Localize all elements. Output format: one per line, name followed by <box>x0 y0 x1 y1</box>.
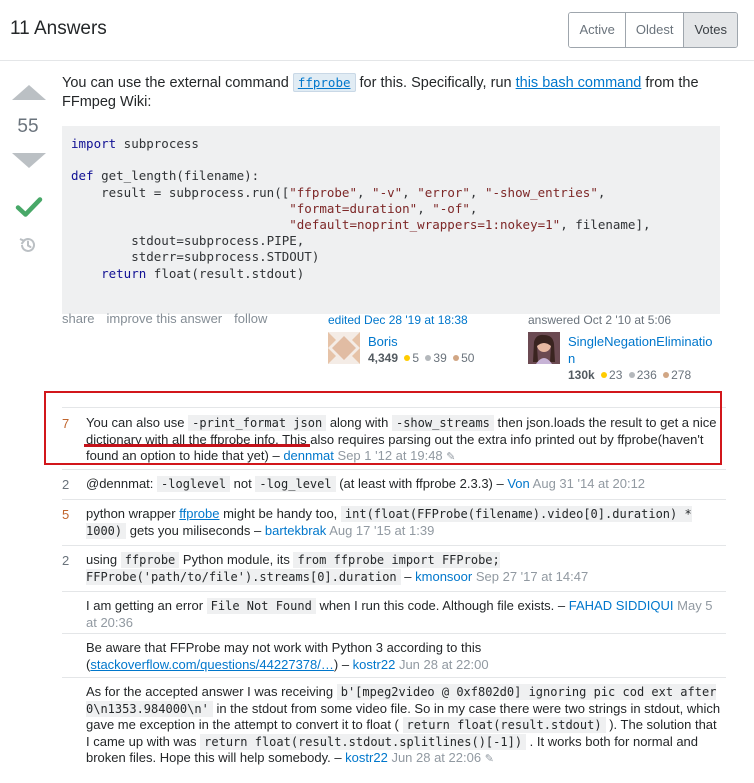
comment-item: 2 using ffprobe Python module, its from … <box>62 545 726 590</box>
comment-item: 2 @dennmat: -loglevel not -log_level (at… <box>62 469 726 498</box>
comment-user-link[interactable]: kostr22 <box>353 657 396 672</box>
ffprobe-wrapper-link[interactable]: ffprobe <box>179 506 219 521</box>
editor-reputation: 4,349 5 39 50 <box>368 351 475 365</box>
tab-active[interactable]: Active <box>569 13 626 47</box>
comment-item: Be aware that FFProbe may not work with … <box>62 633 726 678</box>
comment-user-link[interactable]: kmonsoor <box>415 569 472 584</box>
share-link[interactable]: share <box>62 311 95 326</box>
comment-body: @dennmat: -loglevel not -log_level (at l… <box>86 476 646 492</box>
comment-user-link[interactable]: FAHAD SIDDIQUI <box>569 598 674 613</box>
comment-body: Be aware that FFProbe may not work with … <box>86 640 489 672</box>
editor-signature: edited Dec 28 '19 at 18:38 Boris 4,349 5… <box>328 313 513 365</box>
accepted-checkmark-icon <box>15 197 43 217</box>
comment-item: I am getting an error File Not Found whe… <box>62 591 726 636</box>
comment-user-link[interactable]: Von <box>507 476 529 491</box>
comment-date[interactable]: Aug 31 '14 at 20:12 <box>533 476 645 491</box>
edited-timestamp[interactable]: edited Dec 28 '19 at 18:38 <box>328 313 513 327</box>
sort-tabs: Active Oldest Votes <box>568 12 738 48</box>
code-block: import subprocess def get_length(filenam… <box>62 126 720 314</box>
improve-answer-link[interactable]: improve this answer <box>107 311 223 326</box>
answered-timestamp: answered Oct 2 '10 at 5:06 <box>528 313 672 327</box>
silver-badge-icon <box>628 372 635 379</box>
comment-date[interactable]: Sep 27 '17 at 14:47 <box>476 569 588 584</box>
answer-body-text: You can use the external command ffprobe… <box>62 73 699 110</box>
ffprobe-code-link[interactable]: ffprobe <box>292 73 356 92</box>
comment-user-link[interactable]: dennmat <box>283 448 334 463</box>
stackoverflow-link[interactable]: stackoverflow.com/questions/44227378/… <box>90 657 334 672</box>
comment-body: using ffprobe Python module, its from ff… <box>86 552 589 585</box>
upvote-arrow-icon[interactable] <box>12 85 46 100</box>
history-icon[interactable] <box>18 235 38 255</box>
author-signature: answered Oct 2 '10 at 5:06 SingleNegatio… <box>528 313 728 382</box>
bronze-badge-icon <box>453 355 460 362</box>
comment-score: 7 <box>62 416 70 431</box>
edit-pencil-icon: ✎ <box>484 753 494 765</box>
vote-count: 55 <box>17 116 39 137</box>
author-avatar[interactable] <box>528 332 560 364</box>
comment-item: 7 You can also use -print_format json al… <box>62 407 726 468</box>
follow-link[interactable]: follow <box>234 311 267 326</box>
comment-item: 5 python wrapper ffprobe might be handy … <box>62 499 726 544</box>
comment-body: As for the accepted answer I was receivi… <box>86 684 721 765</box>
comment-date[interactable]: Jun 28 at 22:06 <box>391 750 481 765</box>
comment-date[interactable]: Jun 28 at 22:00 <box>399 657 489 672</box>
header-divider <box>0 60 754 61</box>
highlight-underline <box>84 444 310 447</box>
comment-score: 2 <box>62 477 70 492</box>
bash-command-link[interactable]: this bash command <box>516 75 642 91</box>
comment-score: 2 <box>62 553 70 568</box>
downvote-arrow-icon[interactable] <box>12 153 46 168</box>
author-name[interactable]: SingleNegationEliminatio n <box>568 333 713 367</box>
post-menu: share improve this answer follow <box>62 311 267 326</box>
comment-score: 5 <box>62 507 70 522</box>
silver-badge-icon <box>425 355 432 362</box>
comment-body: You can also use -print_format json alon… <box>86 415 717 463</box>
comment-date[interactable]: Sep 1 '12 at 19:48 <box>338 448 443 463</box>
gold-badge-icon <box>601 372 608 379</box>
comment-body: I am getting an error File Not Found whe… <box>86 598 713 630</box>
editor-avatar[interactable] <box>328 332 360 364</box>
editor-name[interactable]: Boris <box>368 333 398 350</box>
author-reputation: 130k 23 236 278 <box>568 368 692 382</box>
comment-date[interactable]: Aug 17 '15 at 1:39 <box>329 523 434 538</box>
tab-oldest[interactable]: Oldest <box>625 13 685 47</box>
comment-user-link[interactable]: bartekbrak <box>265 523 326 538</box>
answers-count-heading: 11 Answers <box>10 18 107 39</box>
comment-user-link[interactable]: kostr22 <box>345 750 388 765</box>
bronze-badge-icon <box>663 372 670 379</box>
gold-badge-icon <box>404 355 411 362</box>
comment-body: python wrapper ffprobe might be handy to… <box>86 506 692 539</box>
tab-votes[interactable]: Votes <box>684 13 737 47</box>
comment-item: As for the accepted answer I was receivi… <box>62 677 726 774</box>
edit-pencil-icon: ✎ <box>446 451 456 463</box>
